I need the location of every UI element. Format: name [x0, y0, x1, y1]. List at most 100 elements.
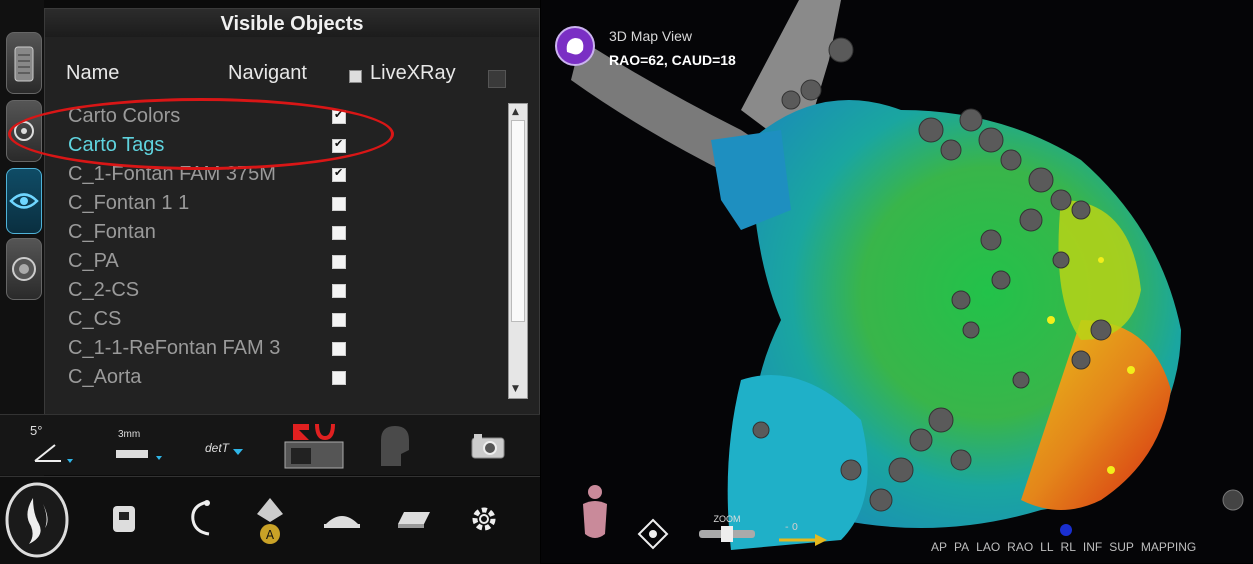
view-preset-sup[interactable]: SUP	[1109, 540, 1134, 554]
magnet-toggle-button[interactable]	[282, 419, 346, 471]
left-control-panel: Visible Objects Name Navigant LiveXRay C…	[0, 0, 540, 564]
list-item[interactable]: C_PA	[60, 247, 500, 276]
view-title: 3D Map View	[609, 28, 693, 44]
zoom-slider-icon	[699, 526, 755, 542]
3d-map-view[interactable]: 3D Map View RAO=62, CAUD=18 ZOOM - 0 AP …	[541, 0, 1253, 563]
view-preset-buttons: AP PA LAO RAO LL RL INF SUP MAPPING	[931, 540, 1196, 554]
navigant-checkbox[interactable]	[332, 313, 346, 327]
detector-button[interactable]	[392, 501, 436, 535]
list-item[interactable]: C_CS	[60, 305, 500, 334]
annotation-red-ellipse	[8, 98, 394, 170]
det-dropdown-button[interactable]	[228, 443, 248, 463]
chevron-down-icon	[233, 449, 243, 455]
table-view-button[interactable]	[320, 501, 364, 535]
angle-label: 5°	[30, 423, 43, 438]
det-label: detT	[205, 441, 230, 455]
ruler-icon	[116, 450, 162, 460]
heart-map-render	[571, 0, 1244, 550]
head-icon	[381, 426, 409, 466]
scroll-up-icon[interactable]: ▲	[512, 107, 519, 117]
corner-indicator	[1222, 489, 1244, 511]
scroll-down-icon[interactable]: ▼	[512, 384, 519, 394]
view-options-toolbar: 5° 3mm detT	[0, 414, 540, 475]
list-item[interactable]: C_Aorta	[60, 363, 500, 392]
distance-label: 3mm	[118, 429, 141, 440]
view-preset-ll[interactable]: LL	[1040, 540, 1053, 554]
settings-button[interactable]	[464, 499, 504, 539]
navigant-checkbox[interactable]	[332, 342, 346, 356]
patient-model-button[interactable]	[372, 421, 414, 469]
direction-arrow[interactable]: - 0	[775, 520, 829, 555]
view-preset-rl[interactable]: RL	[1061, 540, 1076, 554]
object-name: C_2-CS	[68, 279, 140, 301]
object-name: C_1-1-ReFontan FAM 3	[68, 337, 281, 359]
side-tab-clipboard[interactable]	[6, 32, 42, 94]
catheter-tool-button[interactable]	[104, 497, 144, 541]
view-preset-mapping[interactable]: MAPPING	[1141, 540, 1196, 554]
eye-icon	[9, 193, 39, 209]
flame-logo-icon	[5, 482, 69, 558]
body-orientation-icon	[583, 485, 607, 538]
view-angle: RAO=62, CAUD=18	[609, 52, 736, 68]
svg-text:A: A	[266, 528, 275, 542]
camera-icon	[471, 434, 505, 459]
navigant-checkbox[interactable]	[332, 255, 346, 269]
svg-text:- 0: - 0	[785, 522, 798, 533]
clipboard-icon	[14, 46, 34, 82]
navigant-checkbox[interactable]	[332, 166, 346, 182]
column-header-livexray: LiveXRay	[370, 62, 456, 84]
panel-title: Visible Objects	[45, 9, 539, 37]
view-preset-ap[interactable]: AP	[931, 540, 947, 554]
device-icon	[113, 506, 135, 532]
view-preset-pa[interactable]: PA	[954, 540, 969, 554]
pan-icon	[637, 518, 669, 550]
object-name: C_Fontan	[68, 221, 156, 243]
system-logo-button[interactable]	[2, 479, 72, 561]
column-header-navigant: Navigant	[228, 62, 307, 84]
list-scrollbar[interactable]: ▲ ▼	[508, 103, 528, 399]
navigant-checkbox[interactable]	[332, 284, 346, 298]
view-preset-inf[interactable]: INF	[1083, 540, 1102, 554]
list-item[interactable]: C_2-CS	[60, 276, 500, 305]
scrollbar-thumb[interactable]	[511, 120, 525, 322]
orientation-figure[interactable]	[575, 484, 615, 551]
magnet-icon	[284, 423, 344, 469]
list-item[interactable]: C_Fontan 1 1	[60, 189, 500, 218]
gear-icon	[472, 507, 496, 531]
curve-tool-button[interactable]	[180, 495, 220, 541]
navigation-tool-button[interactable]: A	[250, 491, 290, 549]
navigant-checkbox[interactable]	[332, 226, 346, 240]
navigant-checkbox[interactable]	[332, 197, 346, 211]
side-tab-dial[interactable]	[6, 238, 42, 300]
object-name: C_PA	[68, 250, 119, 272]
catheter-tip-marker	[1060, 524, 1072, 536]
list-item[interactable]: C_Fontan	[60, 218, 500, 247]
column-header-name: Name	[66, 62, 120, 84]
navigant-checkbox[interactable]	[332, 371, 346, 385]
angle-icon	[34, 444, 73, 463]
view-mode-badge[interactable]	[555, 26, 595, 66]
view-preset-rao[interactable]: RAO	[1007, 540, 1033, 554]
navigation-icon: A	[257, 498, 283, 544]
curve-icon	[191, 500, 210, 536]
list-item[interactable]: C_1-1-ReFontan FAM 3	[60, 334, 500, 363]
view-preset-lao[interactable]: LAO	[976, 540, 1000, 554]
main-toolbar: A	[0, 476, 540, 564]
distance-step-button[interactable]	[114, 441, 164, 467]
object-name: C_Aorta	[68, 366, 142, 388]
dial-icon	[12, 257, 36, 281]
object-name: C_CS	[68, 308, 122, 330]
3d-map-icon	[566, 38, 584, 55]
table-icon	[324, 516, 360, 528]
snapshot-button[interactable]	[466, 429, 510, 463]
zoom-label: ZOOM	[713, 514, 741, 524]
livexray-all-checkbox[interactable]	[488, 70, 506, 88]
detector-icon	[398, 512, 430, 528]
arrow-right-icon: - 0	[779, 522, 827, 546]
livexray-toggle-checkbox[interactable]	[349, 70, 362, 83]
object-name: C_Fontan 1 1	[68, 192, 190, 214]
side-tab-visibility[interactable]	[6, 168, 42, 234]
angle-step-button[interactable]	[28, 437, 78, 467]
zoom-control[interactable]: ZOOM	[697, 514, 757, 549]
pan-button[interactable]	[637, 518, 669, 555]
